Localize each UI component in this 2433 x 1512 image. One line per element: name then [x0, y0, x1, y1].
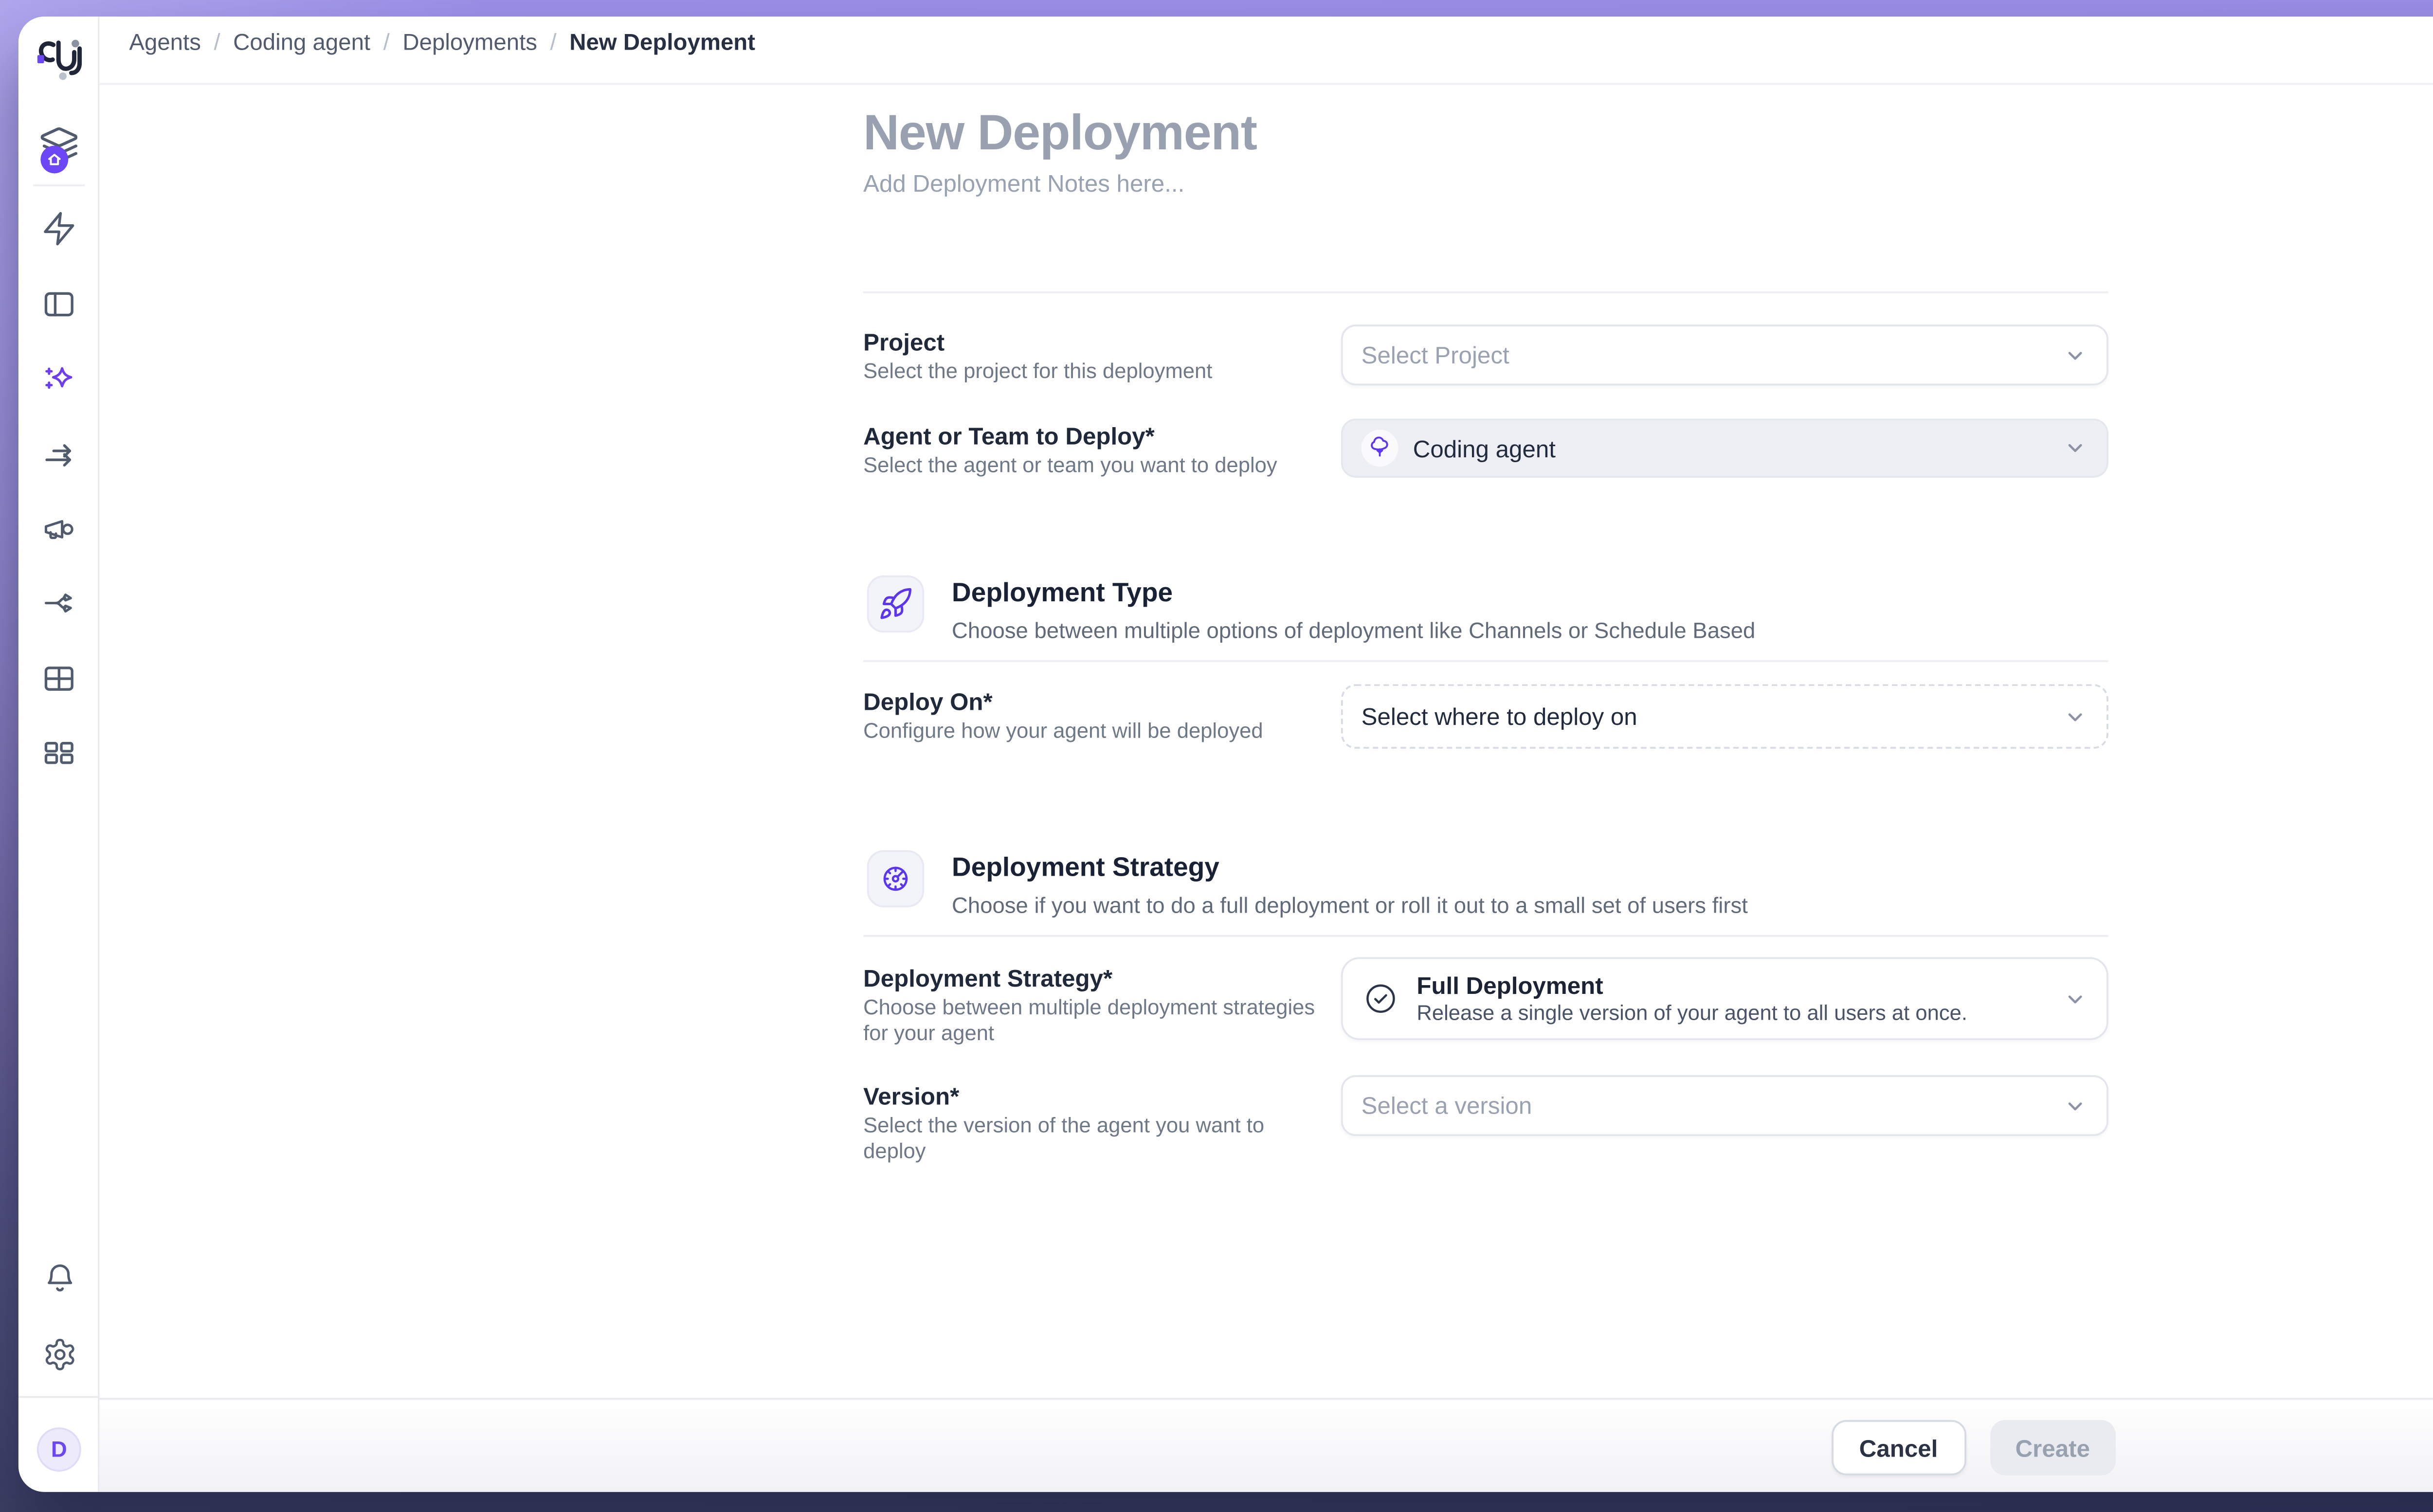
deploy-on-label: Deploy On*: [863, 688, 1325, 716]
gear-icon: [41, 1337, 76, 1372]
deployment-type-iconbox: [867, 576, 925, 633]
circle-check-icon: [1363, 981, 1398, 1016]
deploy-on-helper: Configure how your agent will be deploye…: [863, 719, 1328, 745]
deployment-title-input[interactable]: New Deployment: [863, 105, 1257, 162]
version-helper: Select the version of the agent you want…: [863, 1114, 1328, 1166]
breadcrumb-deployments[interactable]: Deployments: [402, 30, 537, 55]
notifications-button[interactable]: [18, 1261, 100, 1296]
chevron-down-icon: [2062, 435, 2088, 461]
sidebar: D: [18, 17, 100, 1492]
sparkles-icon: [40, 361, 77, 398]
app-logo[interactable]: [18, 37, 100, 92]
user-avatar[interactable]: D: [18, 1427, 100, 1472]
breadcrumb-current: New Deployment: [569, 30, 755, 55]
strategy-label: Deployment Strategy*: [863, 965, 1325, 992]
footer-bar: Cancel Create: [100, 1398, 2433, 1492]
sidebar-item-ai-tools[interactable]: [18, 361, 100, 398]
chevron-down-icon: [2062, 342, 2088, 368]
project-select[interactable]: Select Project: [1341, 324, 2108, 385]
zap-icon: [40, 210, 77, 247]
chevron-down-icon: [2062, 986, 2088, 1011]
agent-value: Coding agent: [1413, 434, 1556, 462]
deploy-on-select[interactable]: Select where to deploy on: [1341, 684, 2108, 749]
deployment-type-subtitle: Choose between multiple options of deplo…: [952, 618, 1755, 644]
deployment-strategy-iconbox: [867, 850, 925, 908]
deployment-strategy-title: Deployment Strategy: [952, 854, 1219, 883]
sidebar-item-apps[interactable]: [18, 734, 100, 771]
deployment-notes-input[interactable]: Add Deployment Notes here...: [863, 170, 1184, 198]
app-frame: D Agents / Coding agent / Deployments / …: [0, 0, 2433, 1512]
divider: [863, 935, 2108, 937]
divider: [863, 660, 2108, 662]
project-helper: Select the project for this deployment: [863, 360, 1328, 385]
version-label: Version*: [863, 1082, 1325, 1110]
breadcrumb-separator: /: [550, 30, 556, 55]
cancel-button[interactable]: Cancel: [1832, 1420, 1965, 1476]
sidebar-item-workspace[interactable]: [18, 286, 100, 323]
megaphone-icon: [40, 511, 77, 548]
layout-grid-icon: [40, 734, 77, 771]
table-icon: [40, 660, 77, 697]
version-placeholder: Select a version: [1362, 1092, 1532, 1119]
deployment-strategy-subtitle: Choose if you want to do a full deployme…: [952, 893, 1748, 918]
agent-bot-icon: [1362, 430, 1398, 467]
bell-icon: [41, 1261, 76, 1296]
divider: [863, 291, 2108, 293]
panel-left-icon: [40, 286, 77, 323]
breadcrumb-agents[interactable]: Agents: [129, 30, 201, 55]
project-placeholder: Select Project: [1362, 341, 1509, 369]
rocket-icon: [878, 586, 913, 621]
strategy-value-title: Full Deployment: [1416, 972, 1967, 1000]
home-badge-icon: [40, 145, 68, 173]
avatar: D: [37, 1427, 81, 1472]
chevron-down-icon: [2062, 1093, 2088, 1118]
sidebar-divider: [33, 184, 85, 186]
strategy-select[interactable]: Full Deployment Release a single version…: [1341, 957, 2108, 1040]
sidebar-item-automations[interactable]: [18, 210, 100, 247]
deployment-form: New Deployment Add Deployment Notes here…: [863, 83, 2116, 1398]
settings-button[interactable]: [18, 1337, 100, 1372]
sidebar-item-agents[interactable]: [18, 126, 100, 166]
create-button[interactable]: Create: [1990, 1420, 2116, 1476]
agent-select[interactable]: Coding agent: [1341, 419, 2108, 478]
sidebar-item-announcements[interactable]: [18, 511, 100, 548]
agent-helper: Select the agent or team you want to dep…: [863, 454, 1328, 480]
sidebar-item-integrations[interactable]: [18, 585, 100, 622]
project-label: Project: [863, 328, 1325, 356]
breadcrumb-separator: /: [214, 30, 220, 55]
sidebar-item-data-tables[interactable]: [18, 660, 100, 697]
split-icon: [40, 585, 77, 622]
layers-icon: [39, 126, 79, 166]
version-select[interactable]: Select a version: [1341, 1075, 2108, 1136]
deploy-on-placeholder: Select where to deploy on: [1362, 702, 1637, 730]
main-area: Agents / Coding agent / Deployments / Ne…: [100, 17, 2433, 1492]
chevron-down-icon: [2062, 703, 2088, 729]
deployment-type-title: Deployment Type: [952, 579, 1173, 609]
sidebar-item-deployments[interactable]: [18, 437, 100, 474]
breadcrumb-separator: /: [383, 30, 390, 55]
breadcrumb-coding-agent[interactable]: Coding agent: [233, 30, 370, 55]
strategy-helper: Choose between multiple deployment strat…: [863, 996, 1328, 1047]
gauge-icon: [878, 861, 913, 896]
double-arrow-right-icon: [40, 437, 77, 474]
strategy-value-desc: Release a single version of your agent t…: [1416, 1003, 1967, 1025]
app-window: D Agents / Coding agent / Deployments / …: [18, 17, 2433, 1492]
logo-icon: [34, 37, 84, 92]
agent-label: Agent or Team to Deploy*: [863, 422, 1325, 450]
breadcrumb: Agents / Coding agent / Deployments / Ne…: [129, 30, 755, 55]
